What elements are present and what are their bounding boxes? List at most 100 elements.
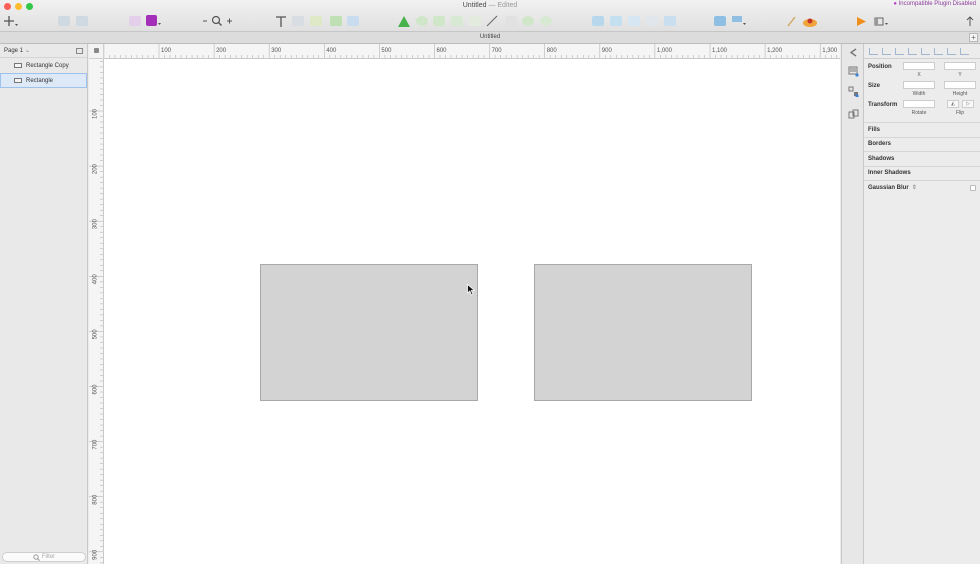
ruler-label: 600 bbox=[93, 384, 99, 395]
plugin-button[interactable] bbox=[146, 14, 162, 28]
y-field[interactable] bbox=[944, 62, 976, 70]
align-middle-icon[interactable] bbox=[934, 47, 943, 55]
fills-section[interactable]: Fills bbox=[864, 122, 980, 137]
backward-button[interactable] bbox=[731, 14, 747, 28]
mirror-button[interactable] bbox=[802, 14, 818, 28]
transform-row: Transform Rotate ◭ ▷ Flip bbox=[864, 97, 980, 116]
filter-input[interactable]: Filter bbox=[2, 552, 86, 562]
zoom-icon bbox=[203, 15, 232, 26]
mask-icon bbox=[522, 16, 534, 26]
document-tab-bar: Untitled + bbox=[0, 32, 980, 44]
borders-section[interactable]: Borders bbox=[864, 136, 980, 152]
shadows-section[interactable]: Shadows bbox=[864, 151, 980, 166]
position-label: Position bbox=[868, 64, 892, 70]
rectangle-tool[interactable] bbox=[432, 14, 446, 28]
align-bottom-icon[interactable] bbox=[947, 47, 956, 55]
rotate-field[interactable] bbox=[903, 100, 935, 108]
ruler-label: 600 bbox=[437, 48, 448, 54]
link-icon[interactable] bbox=[848, 109, 859, 120]
mask-tool[interactable] bbox=[521, 14, 535, 28]
slice-icon bbox=[347, 16, 359, 26]
gaussian-blur-checkbox[interactable] bbox=[970, 185, 976, 191]
vector-tool[interactable] bbox=[292, 14, 304, 28]
x-field[interactable] bbox=[903, 62, 935, 70]
preview-button[interactable] bbox=[855, 14, 867, 28]
stepper-arrows-icon[interactable]: ⇕ bbox=[912, 184, 917, 191]
distribute-horizontal-icon[interactable] bbox=[908, 47, 917, 55]
edit-button[interactable] bbox=[785, 14, 797, 28]
artboard-tool[interactable] bbox=[330, 14, 342, 28]
export-button[interactable] bbox=[964, 14, 976, 28]
flatten-icon bbox=[664, 16, 676, 26]
rectangle-shape[interactable] bbox=[260, 264, 478, 401]
ruler-label: 700 bbox=[492, 48, 503, 54]
difference-icon bbox=[646, 16, 658, 26]
page-selector[interactable]: Page 1 ⌄ bbox=[0, 44, 87, 58]
group-icon bbox=[58, 16, 70, 26]
align-left-icon[interactable] bbox=[869, 47, 878, 55]
flatten-button[interactable] bbox=[663, 14, 677, 28]
add-tab-button[interactable]: + bbox=[969, 33, 978, 42]
insert-button[interactable] bbox=[3, 14, 19, 28]
layer-item[interactable]: Rectangle Copy bbox=[0, 58, 87, 73]
canvas[interactable] bbox=[104, 59, 840, 564]
ruler-corner[interactable] bbox=[89, 44, 104, 59]
width-field[interactable] bbox=[903, 81, 935, 89]
zoom-control[interactable] bbox=[203, 14, 235, 28]
shadows-header: Shadows bbox=[868, 155, 895, 162]
group-button[interactable] bbox=[57, 14, 71, 28]
layer-style-icon[interactable] bbox=[848, 66, 859, 77]
line-icon bbox=[486, 15, 498, 27]
rectangle-copy-shape[interactable] bbox=[534, 264, 752, 401]
window-title: Untitled — Edited bbox=[0, 2, 980, 9]
star-tool[interactable] bbox=[468, 14, 482, 28]
ungroup-button[interactable] bbox=[75, 14, 89, 28]
rounded-rectangle-tool[interactable] bbox=[450, 14, 464, 28]
line-tool[interactable] bbox=[485, 14, 499, 28]
inner-shadows-section[interactable]: Inner Shadows bbox=[864, 165, 980, 181]
ruler-label: 100 bbox=[161, 48, 172, 54]
view-button[interactable] bbox=[874, 14, 890, 28]
ruler-label: 500 bbox=[93, 329, 99, 340]
inspector-panel: Position X Y Size Width Height Transform… bbox=[864, 44, 980, 564]
ruler-label: 300 bbox=[271, 48, 282, 54]
gaussian-blur-section[interactable]: Gaussian Blur ⇕ bbox=[864, 180, 980, 195]
oval-tool[interactable] bbox=[415, 14, 429, 28]
union-button[interactable] bbox=[591, 14, 605, 28]
align-right-icon[interactable] bbox=[895, 47, 904, 55]
artboard-icon bbox=[330, 16, 342, 26]
distribute-vertical-icon[interactable] bbox=[960, 47, 969, 55]
scissors-tool[interactable] bbox=[504, 14, 518, 28]
vertical-ruler[interactable]: 100 200 300 400 500 600 700 800 900 bbox=[89, 59, 104, 564]
pencil-icon bbox=[787, 16, 796, 26]
vertical-ruler-ticks: 100 200 300 400 500 600 700 800 900 bbox=[89, 61, 103, 564]
forward-button[interactable] bbox=[713, 14, 727, 28]
triangle-tool[interactable] bbox=[397, 14, 411, 28]
difference-button[interactable] bbox=[645, 14, 659, 28]
pages-toggle-icon[interactable] bbox=[76, 48, 83, 54]
flip-vertical-button[interactable]: ▷ bbox=[962, 100, 974, 108]
title-bar: Untitled — Edited ● Incompatible Plugin … bbox=[0, 0, 980, 32]
plugin-warning[interactable]: ● Incompatible Plugin Disabled bbox=[893, 1, 976, 7]
flip-horizontal-button[interactable]: ◭ bbox=[947, 100, 959, 108]
prototype-icon[interactable] bbox=[848, 86, 859, 97]
transform-label: Transform bbox=[868, 102, 898, 108]
create-symbol-button[interactable] bbox=[128, 14, 142, 28]
flip-label: Flip bbox=[955, 110, 965, 116]
document-tab[interactable]: Untitled bbox=[0, 34, 980, 40]
text-tool[interactable] bbox=[275, 14, 287, 28]
align-top-icon[interactable] bbox=[921, 47, 930, 55]
intersect-button[interactable] bbox=[627, 14, 641, 28]
inner-shadows-header: Inner Shadows bbox=[868, 170, 911, 177]
layer-name: Rectangle bbox=[26, 77, 54, 84]
slice-tool[interactable] bbox=[346, 14, 360, 28]
subtract-button[interactable] bbox=[609, 14, 623, 28]
align-center-icon[interactable] bbox=[882, 47, 891, 55]
scale-tool[interactable] bbox=[539, 14, 553, 28]
ruler-label: 200 bbox=[216, 48, 227, 54]
layer-item[interactable]: Rectangle bbox=[0, 73, 87, 88]
horizontal-ruler[interactable]: 100 200 300 400 500 600 700 800 900 1,000 1,100 1,2… bbox=[104, 44, 840, 59]
image-tool[interactable] bbox=[309, 14, 323, 28]
collapse-inspector-icon[interactable] bbox=[848, 47, 859, 58]
height-field[interactable] bbox=[944, 81, 976, 89]
